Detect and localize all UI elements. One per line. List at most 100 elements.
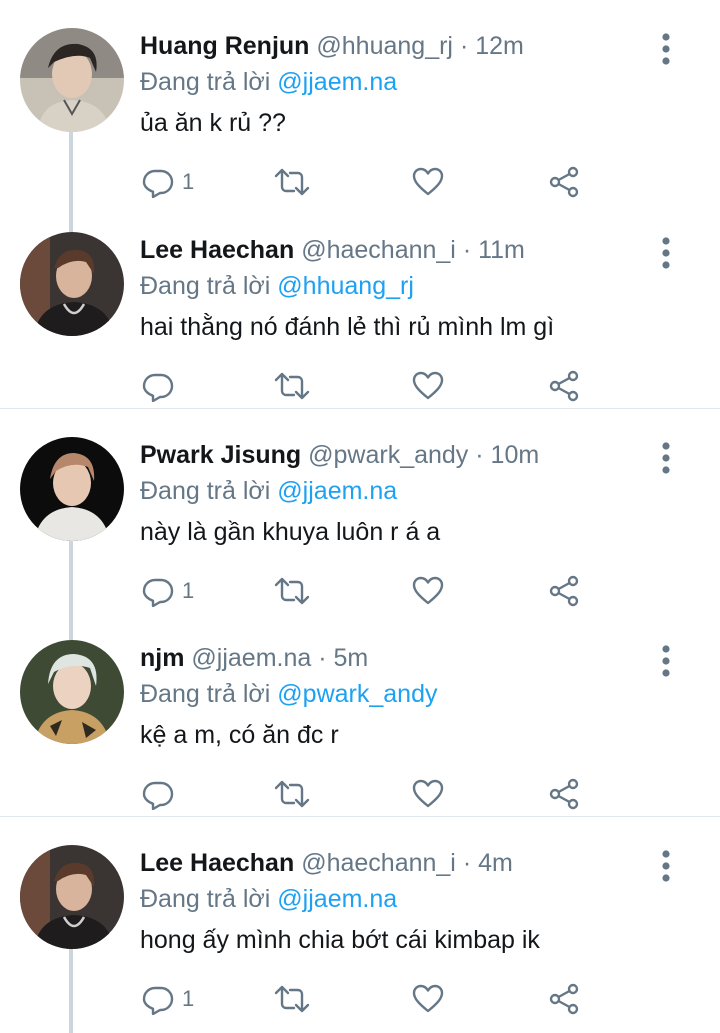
replying-to-label: Đang trả lời bbox=[140, 477, 271, 505]
avatar[interactable] bbox=[20, 232, 124, 336]
retweet-icon bbox=[274, 166, 310, 198]
like-button[interactable] bbox=[412, 772, 444, 816]
reply-count: 1 bbox=[182, 578, 195, 603]
more-options-button[interactable] bbox=[656, 644, 676, 678]
display-name[interactable]: Lee Haechan bbox=[140, 236, 294, 264]
heart-icon bbox=[412, 575, 444, 607]
tweet-header: njm @jjaem.na · 5m bbox=[140, 642, 650, 674]
like-button[interactable] bbox=[412, 364, 444, 408]
share-button[interactable] bbox=[548, 364, 580, 408]
replying-to-label: Đang trả lời bbox=[140, 680, 271, 708]
share-button[interactable] bbox=[548, 569, 580, 613]
tweet-actions bbox=[140, 772, 600, 816]
reply-button[interactable]: 1 bbox=[142, 977, 194, 1021]
tweet[interactable]: Lee Haechan @haechann_i · 11m Đang trả l… bbox=[0, 204, 720, 408]
replying-to: Đang trả lời @hhuang_rj bbox=[140, 270, 414, 302]
reply-icon bbox=[142, 166, 174, 198]
replying-to-handle[interactable]: @pwark_andy bbox=[277, 680, 437, 708]
tweet-header: Lee Haechan @haechann_i · 4m bbox=[140, 847, 650, 879]
tweet-text: này là gần khuya luôn r á a bbox=[140, 518, 441, 546]
username[interactable]: @hhuang_rj bbox=[316, 32, 453, 60]
like-button[interactable] bbox=[412, 977, 444, 1021]
replying-to-handle[interactable]: @jjaem.na bbox=[277, 477, 397, 505]
tweet-header: Pwark Jisung @pwark_andy · 10m bbox=[140, 439, 650, 471]
tweet-text: hong ấy mình chia bớt cái kimbap ik bbox=[140, 926, 540, 954]
tweet[interactable]: Lee Haechan @haechann_i · 4m Đang trả lờ… bbox=[0, 816, 720, 1020]
display-name[interactable]: Pwark Jisung bbox=[140, 441, 301, 469]
more-options-button[interactable] bbox=[656, 441, 676, 475]
more-vertical-icon bbox=[656, 644, 676, 678]
tweet[interactable]: njm @jjaem.na · 5m Đang trả lời @pwark_a… bbox=[0, 612, 720, 816]
retweet-icon bbox=[274, 370, 310, 402]
more-options-button[interactable] bbox=[656, 236, 676, 270]
heart-icon bbox=[412, 778, 444, 810]
avatar[interactable] bbox=[20, 640, 124, 744]
more-vertical-icon bbox=[656, 441, 676, 475]
reply-icon bbox=[142, 370, 174, 402]
reply-button[interactable] bbox=[142, 772, 182, 816]
tweet-text: hai thằng nó đánh lẻ thì rủ mình lm gì bbox=[140, 313, 555, 341]
retweet-button[interactable] bbox=[274, 977, 310, 1021]
retweet-button[interactable] bbox=[274, 364, 310, 408]
timestamp[interactable]: 5m bbox=[334, 644, 369, 672]
heart-icon bbox=[412, 166, 444, 198]
heart-icon bbox=[412, 983, 444, 1015]
tweet-text: kệ a m, có ăn đc r bbox=[140, 721, 339, 749]
more-vertical-icon bbox=[656, 32, 676, 66]
share-button[interactable] bbox=[548, 160, 580, 204]
replying-to-label: Đang trả lời bbox=[140, 272, 271, 300]
username[interactable]: @pwark_andy bbox=[308, 441, 468, 469]
display-name[interactable]: Lee Haechan bbox=[140, 849, 294, 877]
replying-to-label: Đang trả lời bbox=[140, 68, 271, 96]
share-button[interactable] bbox=[548, 772, 580, 816]
tweet-header: Huang Renjun @hhuang_rj · 12m bbox=[140, 30, 650, 62]
reply-icon bbox=[142, 983, 174, 1015]
retweet-button[interactable] bbox=[274, 569, 310, 613]
separator-dot: · bbox=[462, 849, 472, 877]
timestamp[interactable]: 12m bbox=[475, 32, 524, 60]
replying-to: Đang trả lời @pwark_andy bbox=[140, 678, 437, 710]
replying-to: Đang trả lời @jjaem.na bbox=[140, 883, 397, 915]
display-name[interactable]: Huang Renjun bbox=[140, 32, 309, 60]
avatar[interactable] bbox=[20, 28, 124, 132]
more-vertical-icon bbox=[656, 236, 676, 270]
tweet-header: Lee Haechan @haechann_i · 11m bbox=[140, 234, 650, 266]
separator-dot: · bbox=[459, 32, 469, 60]
tweet[interactable]: Pwark Jisung @pwark_andy · 10m Đang trả … bbox=[0, 408, 720, 612]
reply-icon bbox=[142, 575, 174, 607]
replying-to-handle[interactable]: @jjaem.na bbox=[277, 68, 397, 96]
share-button[interactable] bbox=[548, 977, 580, 1021]
avatar[interactable] bbox=[20, 437, 124, 541]
username[interactable]: @haechann_i bbox=[301, 849, 456, 877]
username[interactable]: @jjaem.na bbox=[191, 644, 311, 672]
tweet[interactable]: Huang Renjun @hhuang_rj · 12m Đang trả l… bbox=[0, 0, 720, 204]
separator-dot: · bbox=[318, 644, 327, 672]
like-button[interactable] bbox=[412, 569, 444, 613]
avatar[interactable] bbox=[20, 845, 124, 949]
share-icon bbox=[548, 370, 580, 402]
retweet-button[interactable] bbox=[274, 160, 310, 204]
timestamp[interactable]: 11m bbox=[478, 236, 525, 264]
replying-to-handle[interactable]: @hhuang_rj bbox=[277, 272, 414, 300]
username[interactable]: @haechann_i bbox=[301, 236, 456, 264]
like-button[interactable] bbox=[412, 160, 444, 204]
reply-button[interactable]: 1 bbox=[142, 569, 194, 613]
retweet-icon bbox=[274, 778, 310, 810]
tweet-actions: 1 bbox=[140, 977, 600, 1021]
replying-to: Đang trả lời @jjaem.na bbox=[140, 475, 397, 507]
separator-dot: · bbox=[475, 441, 484, 469]
more-options-button[interactable] bbox=[656, 32, 676, 66]
tweet-thread: Huang Renjun @hhuang_rj · 12m Đang trả l… bbox=[0, 0, 720, 1033]
timestamp[interactable]: 4m bbox=[478, 849, 513, 877]
timestamp[interactable]: 10m bbox=[491, 441, 540, 469]
display-name[interactable]: njm bbox=[140, 644, 184, 672]
retweet-button[interactable] bbox=[274, 772, 310, 816]
more-options-button[interactable] bbox=[656, 849, 676, 883]
reply-button[interactable]: 1 bbox=[142, 160, 194, 204]
reply-count: 1 bbox=[182, 986, 195, 1011]
replying-to-handle[interactable]: @jjaem.na bbox=[277, 885, 397, 913]
reply-button[interactable] bbox=[142, 364, 182, 408]
tweet-actions bbox=[140, 364, 600, 408]
share-icon bbox=[548, 166, 580, 198]
more-vertical-icon bbox=[656, 849, 676, 883]
